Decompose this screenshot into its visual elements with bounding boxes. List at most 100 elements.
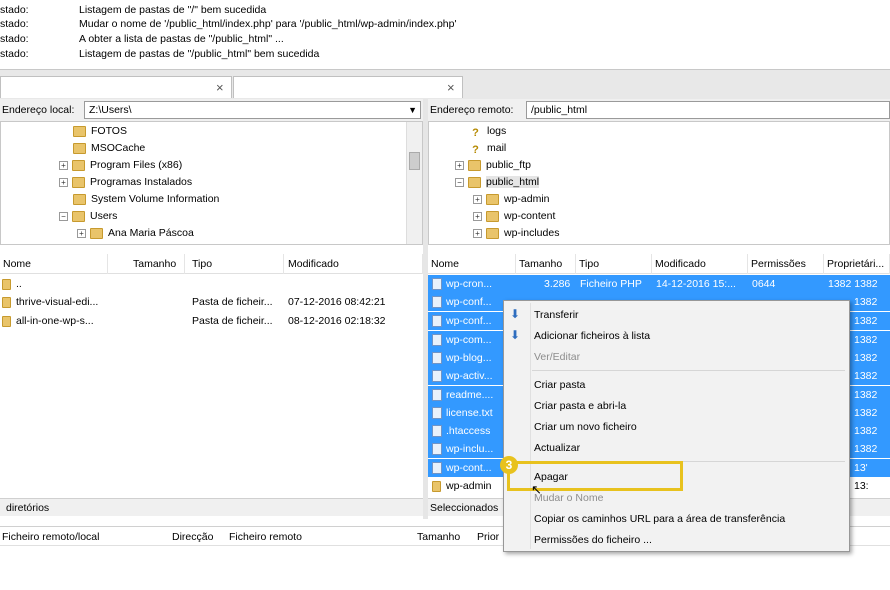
local-path-label: Endereço local: [2, 104, 75, 116]
tree-node[interactable]: + Programas Instalados [59, 174, 192, 191]
unknown-folder-icon: ? [472, 143, 479, 156]
folder-icon [72, 210, 85, 222]
column-file[interactable]: Ficheiro remoto/local [2, 527, 99, 547]
message-log: stado: Listagem de pastas de "/" bem suce… [0, 0, 890, 66]
expand-icon[interactable]: + [59, 160, 68, 170]
expand-icon[interactable]: + [77, 228, 86, 238]
menu-item-rename[interactable]: Mudar o Nome [534, 488, 603, 508]
menu-item-view-edit[interactable]: Ver/Editar [534, 347, 580, 367]
expand-icon[interactable]: + [455, 160, 464, 170]
column-name[interactable]: Nome [428, 254, 516, 274]
column-modified[interactable]: Modificado [285, 254, 423, 274]
tree-node[interactable]: + Ana Maria Páscoa [77, 225, 194, 242]
tab-site-1[interactable]: × [0, 76, 232, 98]
folder-icon [486, 210, 499, 222]
column-size[interactable]: Tamanho [516, 254, 576, 274]
unknown-folder-icon: ? [472, 126, 479, 139]
folder-icon [73, 142, 86, 154]
expand-icon[interactable]: + [473, 211, 482, 221]
remote-path-input[interactable]: /public_html [526, 101, 890, 119]
tab-site-2[interactable]: × [233, 76, 463, 98]
remote-file-header: Nome Tamanho Tipo Modificado Permissões … [428, 254, 890, 274]
expand-icon[interactable]: + [473, 194, 482, 204]
column-permissions[interactable]: Permissões [748, 254, 824, 274]
chevron-down-icon[interactable]: ▼ [408, 102, 417, 118]
file-icon [432, 352, 442, 365]
column-remote-file[interactable]: Ficheiro remoto [229, 527, 302, 547]
tree-node[interactable]: + wp-admin [473, 191, 550, 208]
tree-node[interactable]: + wp-includes [473, 225, 559, 242]
menu-item-transfer[interactable]: Transferir [534, 305, 579, 325]
column-size[interactable]: Tamanho [130, 254, 185, 274]
folder-icon [73, 125, 86, 137]
tree-node[interactable]: + Program Files (x86) [59, 157, 182, 174]
collapse-icon[interactable]: − [59, 211, 68, 221]
tree-node[interactable]: + wp-content [473, 208, 555, 225]
tree-node[interactable]: − public_html [455, 174, 540, 191]
column-priority[interactable]: Prior [477, 527, 499, 547]
menu-item-create-file[interactable]: Criar um novo ficheiro [534, 417, 637, 437]
tree-node[interactable]: ? logs [469, 123, 506, 140]
folder-icon [468, 159, 481, 171]
folder-icon [486, 193, 499, 205]
folder-icon [2, 315, 11, 327]
folder-icon [432, 462, 442, 475]
menu-item-create-folder-open[interactable]: Criar pasta e abri-la [534, 396, 626, 416]
file-icon [432, 315, 442, 328]
tree-node[interactable]: − Users [59, 208, 117, 225]
folder-icon [432, 480, 441, 492]
column-type[interactable]: Tipo [576, 254, 652, 274]
menu-item-add-to-queue[interactable]: Adicionar ficheiros à lista [534, 326, 650, 346]
column-size[interactable]: Tamanho [417, 527, 460, 547]
menu-item-create-folder[interactable]: Criar pasta [534, 375, 585, 395]
tree-node[interactable]: MSOCache [73, 140, 145, 157]
collapse-icon[interactable]: − [455, 177, 464, 187]
folder-icon [2, 278, 11, 290]
folder-icon [72, 176, 85, 188]
local-path-input[interactable]: Z:\Users\ ▼ [84, 101, 421, 119]
column-name[interactable]: Nome [0, 254, 108, 274]
folder-icon [2, 296, 11, 308]
menu-separator [532, 370, 845, 371]
close-icon[interactable]: × [447, 80, 455, 95]
file-icon [432, 370, 442, 383]
php-file-icon [432, 278, 442, 291]
expand-icon[interactable]: + [473, 228, 482, 238]
file-icon [432, 389, 442, 402]
folder-icon [72, 159, 85, 171]
folder-icon [73, 193, 86, 205]
file-row[interactable]: all-in-one-wp-s... Pasta de ficheir... 0… [0, 312, 423, 330]
close-icon[interactable]: × [216, 80, 224, 95]
add-queue-icon: ⬇ [510, 328, 521, 342]
file-row[interactable]: wp-cron... 3.286 Ficheiro PHP 14-12-2016… [428, 275, 890, 293]
tree-node[interactable]: ? mail [469, 140, 506, 157]
local-status-bar: diretórios [0, 498, 423, 516]
scroll-thumb[interactable] [409, 152, 420, 170]
menu-gutter [530, 303, 531, 549]
file-icon [432, 334, 442, 347]
tree-node[interactable]: FOTOS [73, 123, 127, 140]
file-icon [432, 407, 442, 420]
download-arrow-icon: ⬇ [510, 307, 521, 321]
remote-path-bar: Endereço remoto: /public_html [428, 99, 890, 121]
column-type[interactable]: Tipo [189, 254, 284, 274]
file-row[interactable]: thrive-visual-edi... Pasta de ficheir...… [0, 293, 423, 311]
column-modified[interactable]: Modificado [652, 254, 748, 274]
local-tree-scrollbar[interactable] [406, 122, 422, 244]
column-direction[interactable]: Direcção [172, 527, 213, 547]
tree-node[interactable]: + public_ftp [455, 157, 531, 174]
column-owner[interactable]: Proprietári... [824, 254, 890, 274]
mouse-cursor-icon: ↖ [531, 482, 542, 497]
remote-path-label: Endereço remoto: [430, 104, 514, 116]
tree-node[interactable]: System Volume Information [73, 191, 219, 208]
local-tree: FOTOS MSOCache + Program Files (x86) + Pro… [0, 121, 423, 245]
file-row[interactable]: .. [0, 275, 423, 293]
expand-icon[interactable]: + [59, 177, 68, 187]
local-file-header: Nome Tamanho Tipo Modificado [0, 254, 423, 274]
menu-item-copy-url[interactable]: Copiar os caminhos URL para a área de tr… [534, 509, 785, 529]
local-path-bar: Endereço local: Z:\Users\ ▼ [0, 99, 423, 121]
menu-item-refresh[interactable]: Actualizar [534, 438, 580, 458]
local-file-list: .. thrive-visual-edi... Pasta de ficheir… [0, 274, 423, 497]
menu-item-permissions[interactable]: Permissões do ficheiro ... [534, 530, 652, 550]
step-badge: 3 [500, 456, 518, 474]
